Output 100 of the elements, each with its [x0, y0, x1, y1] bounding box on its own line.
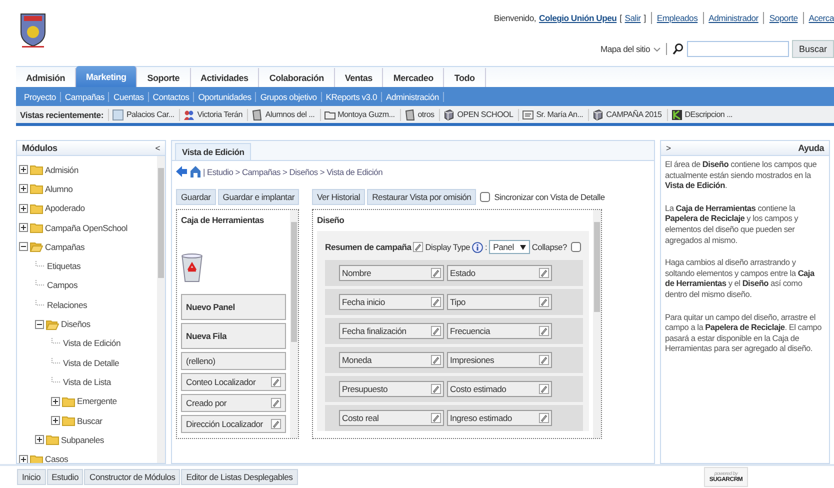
recent-item[interactable]: Montoya Guzm... — [320, 108, 398, 120]
expand-icon[interactable] — [19, 223, 28, 232]
pencil-icon — [539, 413, 549, 423]
pencil-icon — [413, 242, 424, 252]
expand-icon[interactable] — [35, 435, 44, 444]
recent-item[interactable]: OPEN SCHOOL — [439, 108, 516, 120]
tree-item[interactable]: Etiquetas — [47, 261, 81, 272]
tree-item[interactable]: Casos — [45, 454, 68, 463]
tree-item[interactable]: Buscar — [77, 416, 102, 426]
scrollbar[interactable] — [593, 210, 601, 438]
folder-icon — [30, 202, 43, 214]
subnav-link[interactable]: Campañas — [60, 92, 110, 102]
toolbar-button[interactable]: Guardar — [176, 189, 216, 205]
user-link[interactable]: Colegio Unión Upeu — [539, 13, 617, 23]
layout-field[interactable]: Nombre — [339, 265, 444, 281]
header-link[interactable]: Empleados — [656, 13, 698, 23]
toolbox-item[interactable]: Nueva Fila — [181, 323, 286, 349]
tree-item[interactable]: Campos — [47, 280, 78, 290]
toolbar-button[interactable]: Ver Historial — [312, 189, 366, 205]
sync-checkbox[interactable] — [480, 192, 490, 202]
recent-item[interactable]: Palacios Car... — [108, 108, 178, 120]
recent-item[interactable]: Sr. María An... — [518, 108, 586, 120]
tree-item[interactable]: Vista de Detalle — [63, 358, 120, 368]
expand-icon[interactable] — [51, 416, 60, 425]
subnav-link[interactable]: Administración — [382, 92, 444, 102]
collapse-icon[interactable] — [19, 242, 28, 252]
layout-field[interactable]: Fecha finalización — [339, 323, 444, 339]
pencil-icon — [431, 413, 441, 423]
crest-logo[interactable] — [18, 12, 48, 48]
tree-item[interactable]: Apoderado — [45, 203, 85, 214]
toolbox-item[interactable]: (relleno) — [181, 352, 286, 370]
toolbar-button[interactable]: Guardar e implantar — [218, 189, 300, 205]
subnav-link[interactable]: Cuentas — [109, 92, 149, 102]
tree-item[interactable]: Relaciones — [47, 300, 88, 310]
subnav-link[interactable]: Proyecto — [20, 92, 61, 102]
sitemap-link[interactable]: Mapa del sitio — [600, 44, 650, 54]
logout-link[interactable]: Salir — [624, 13, 641, 23]
tree-item[interactable]: Diseños — [61, 319, 90, 330]
subnav-link[interactable]: Grupos objetivo — [256, 92, 322, 102]
expand-icon[interactable] — [19, 454, 28, 463]
toolbox-item[interactable]: Nuevo Panel — [181, 294, 286, 320]
tree-item[interactable]: Campañas — [45, 242, 85, 252]
caret-icon — [520, 244, 526, 250]
footer-tab[interactable]: Estudio — [46, 469, 84, 485]
footer-tab[interactable]: Inicio — [17, 469, 46, 485]
layout-field[interactable]: Moneda — [339, 352, 444, 368]
layout-field[interactable]: Frecuencia — [447, 323, 552, 339]
scrollbar[interactable] — [157, 156, 165, 463]
tree-item[interactable]: Admisión — [45, 164, 78, 175]
search-field[interactable] — [686, 41, 789, 57]
expand-icon[interactable] — [19, 184, 28, 194]
tree-item[interactable]: Vista de Edición — [63, 338, 120, 348]
checkbox-label: Sincronizar con Vista de Detalle — [494, 192, 605, 202]
report-icon — [670, 108, 683, 120]
layout-field[interactable]: Costo estimado — [447, 381, 552, 397]
recent-item[interactable]: Victoria Terán — [179, 108, 246, 120]
expand-icon[interactable] — [51, 396, 60, 406]
scrollbar[interactable] — [290, 210, 298, 438]
subnav-link[interactable]: KReports v3.0 — [322, 92, 382, 102]
tree-item[interactable]: Vista de Lista — [63, 376, 111, 387]
display-type-select[interactable]: Panel — [489, 240, 530, 254]
footer-tab[interactable]: Constructor de Módulos — [84, 469, 180, 485]
layout-field[interactable]: Ingreso estimado — [447, 410, 552, 426]
subnav-link[interactable]: Contactos — [148, 92, 194, 102]
pencil-icon — [271, 377, 281, 387]
header-link[interactable]: Administrador — [708, 13, 758, 23]
expand-icon[interactable] — [19, 165, 28, 174]
toolbox-item[interactable]: Creado por — [181, 394, 286, 412]
tree-item[interactable]: Subpaneles — [61, 434, 104, 445]
tree-item[interactable]: Emergente — [77, 396, 117, 406]
layout-field[interactable]: Impresiones — [447, 352, 552, 368]
welcome-text: Bienvenido, — [494, 13, 536, 23]
recent-item[interactable]: Alumnos del ... — [247, 108, 318, 120]
toolbox-item[interactable]: Dirección Localizador — [181, 415, 286, 433]
layout-field[interactable]: Estado — [447, 265, 552, 281]
toolbar-button[interactable]: Restaurar Vista por omisión — [367, 189, 476, 205]
header-link[interactable]: Soporte — [769, 13, 798, 23]
recent-item[interactable]: CAMPAÑA 2015 — [588, 108, 665, 120]
layout-field[interactable]: Tipo — [447, 294, 552, 310]
collapse-icon[interactable] — [35, 320, 44, 329]
recent-item[interactable]: DEscripcion ... — [666, 108, 736, 120]
editor-tab[interactable]: Vista de Edición — [175, 143, 252, 160]
collapse-checkbox[interactable] — [570, 242, 581, 252]
folder-icon — [324, 108, 336, 120]
layout-field[interactable]: Presupuesto — [339, 381, 444, 397]
subnav-link[interactable]: Oportunidades — [194, 92, 256, 102]
footer-tab[interactable]: Editor de Listas Desplegables — [181, 469, 298, 485]
expand-icon[interactable] — [19, 204, 28, 213]
tree-item[interactable]: Alumno — [45, 184, 73, 194]
recent-item[interactable]: otros — [400, 108, 438, 120]
layout-field[interactable]: Fecha inicio — [339, 294, 444, 310]
layout-field[interactable]: Costo real — [339, 410, 444, 426]
pencil-icon — [431, 268, 441, 278]
toolbox-item[interactable]: Conteo Localizador — [181, 373, 286, 391]
expand-toggle[interactable]: > — [666, 143, 671, 153]
note-icon — [112, 108, 124, 120]
tree-item[interactable]: Campaña OpenSchool — [45, 222, 128, 233]
header-link[interactable]: Acerca — [808, 13, 834, 23]
collapse-toggle[interactable]: < — [155, 143, 160, 153]
search-button[interactable]: Buscar — [792, 40, 834, 58]
